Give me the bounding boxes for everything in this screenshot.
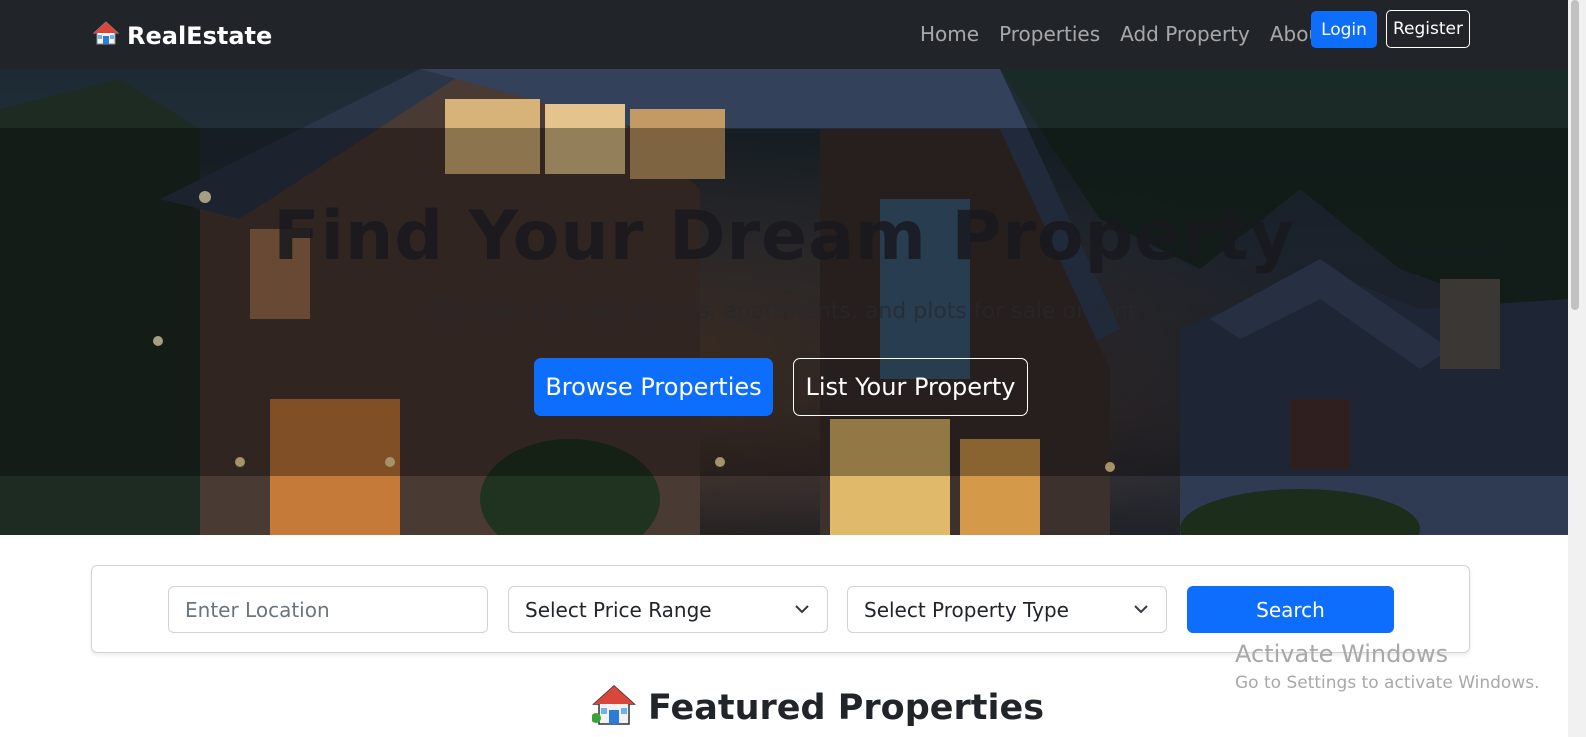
chevron-down-icon bbox=[1134, 605, 1148, 614]
scrollbar-thumb[interactable] bbox=[1571, 0, 1579, 310]
hero-section: Find Your Dream Property Discover the be… bbox=[0, 69, 1568, 535]
price-range-value: Select Price Range bbox=[525, 597, 712, 622]
list-property-button[interactable]: List Your Property bbox=[793, 358, 1028, 416]
price-range-select[interactable]: Select Price Range bbox=[508, 586, 828, 633]
search-button[interactable]: Search bbox=[1187, 586, 1394, 633]
brand-name: RealEstate bbox=[127, 21, 273, 50]
hero-subtitle: Discover the best houses, apartments, an… bbox=[431, 299, 1137, 324]
nav-home[interactable]: Home bbox=[920, 22, 979, 46]
hero-title: Find Your Dream Property bbox=[273, 197, 1295, 276]
nav-links: Home Properties Add Property About bbox=[920, 22, 1329, 46]
nav-properties[interactable]: Properties bbox=[999, 22, 1100, 46]
house-icon bbox=[92, 20, 120, 51]
top-navbar: RealEstate Home Properties Add Property … bbox=[0, 0, 1568, 69]
activate-windows-subtitle: Go to Settings to activate Windows. bbox=[1235, 673, 1540, 693]
featured-heading: Featured Properties bbox=[591, 684, 1045, 731]
login-button[interactable]: Login bbox=[1311, 11, 1377, 48]
featured-title: Featured Properties bbox=[648, 687, 1045, 728]
register-button[interactable]: Register bbox=[1386, 10, 1470, 48]
property-type-select[interactable]: Select Property Type bbox=[847, 586, 1167, 633]
location-input[interactable]: Enter Location bbox=[168, 586, 488, 633]
nav-add-property[interactable]: Add Property bbox=[1120, 22, 1250, 46]
chevron-down-icon bbox=[795, 605, 809, 614]
brand-link[interactable]: RealEstate bbox=[92, 20, 273, 51]
activate-windows-title: Activate Windows bbox=[1235, 640, 1449, 668]
house-icon bbox=[591, 684, 636, 731]
browse-properties-button[interactable]: Browse Properties bbox=[534, 358, 773, 416]
property-type-value: Select Property Type bbox=[864, 597, 1069, 622]
